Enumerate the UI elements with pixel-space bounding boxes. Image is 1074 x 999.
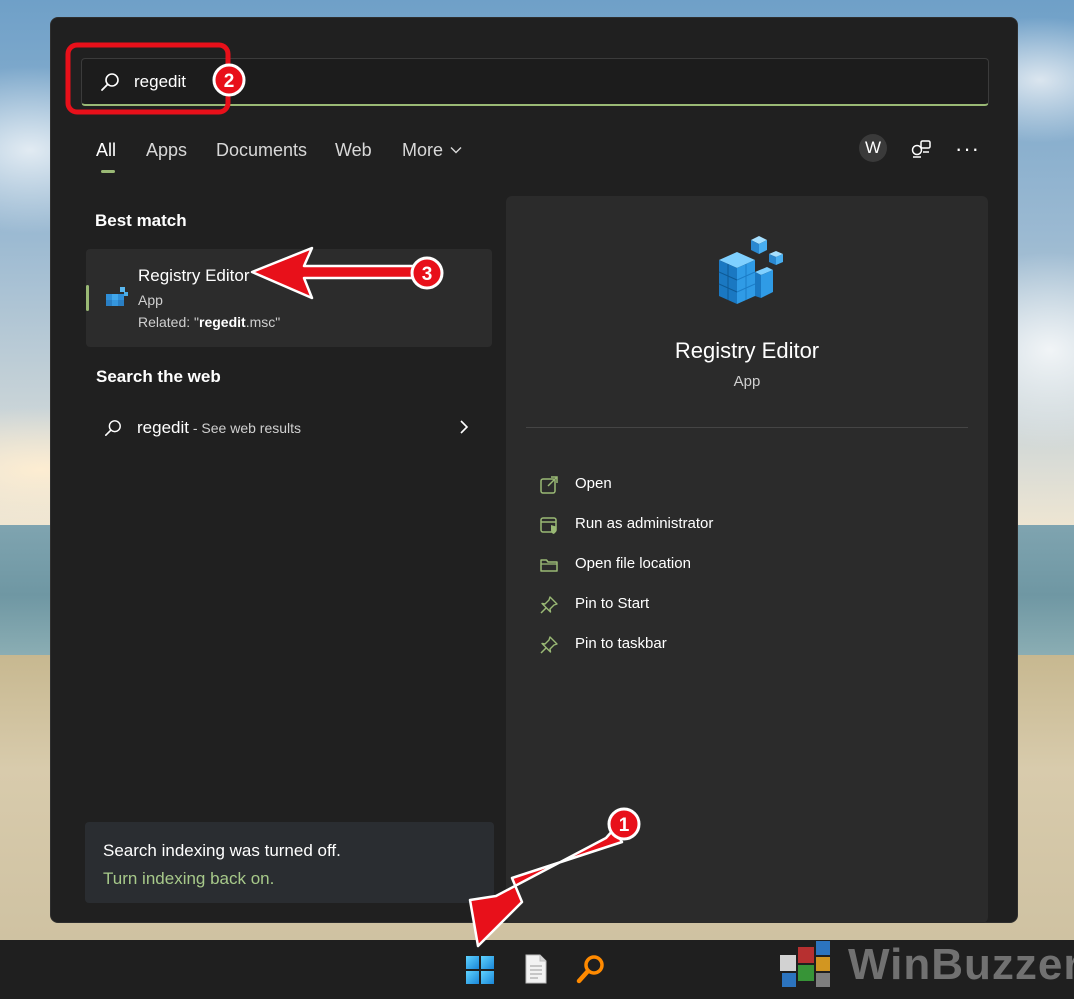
web-result-item[interactable]: regedit - See web results [86, 408, 492, 448]
tab-more-label: More [402, 140, 444, 160]
related-match: regedit [199, 314, 246, 330]
action-open-file-location[interactable]: Open file location [539, 552, 959, 578]
action-pin-to-taskbar[interactable]: Pin to taskbar [539, 632, 959, 658]
open-external-icon [540, 476, 558, 494]
chevron-down-icon [450, 147, 462, 154]
web-result-label: regedit - See web results [137, 418, 301, 438]
search-input[interactable] [134, 69, 634, 95]
winbuzzer-watermark-text: WinBuzzer [848, 940, 1074, 989]
indexing-notice-text: Search indexing was turned off. [103, 841, 341, 860]
search-icon [104, 420, 121, 437]
indexing-notice: Search indexing was turned off. Turn ind… [85, 822, 494, 903]
chevron-right-icon [460, 420, 469, 434]
best-match-title: Registry Editor [138, 266, 250, 285]
web-query-text: regedit [137, 418, 189, 437]
result-preview-pane: Registry Editor App Open Run as administ… [506, 196, 988, 923]
action-open-file-location-label: Open file location [575, 555, 691, 572]
start-search-panel: All Apps Documents Web More W ··· Best m… [50, 17, 1018, 923]
pin-icon [540, 596, 558, 614]
action-run-as-administrator[interactable]: Run as administrator [539, 512, 959, 538]
tab-more[interactable]: More [402, 140, 462, 161]
tab-documents[interactable]: Documents [216, 140, 307, 161]
search-box[interactable] [81, 58, 989, 106]
search-app-icon[interactable] [575, 953, 607, 985]
preview-title: Registry Editor [674, 338, 820, 363]
related-suffix: .msc" [245, 314, 281, 330]
action-open[interactable]: Open [539, 472, 959, 498]
registry-editor-icon [718, 236, 783, 304]
rewards-icon[interactable] [910, 138, 932, 160]
run-as-admin-icon [540, 517, 557, 534]
folder-icon [540, 559, 558, 572]
action-pin-to-taskbar-label: Pin to taskbar [575, 635, 667, 652]
best-match-heading: Best match [95, 211, 187, 230]
related-prefix: Related: " [138, 314, 200, 330]
tab-web[interactable]: Web [335, 140, 372, 161]
best-match-related: Related: "regedit.msc" [138, 314, 280, 330]
preview-divider [526, 427, 968, 428]
action-pin-to-start[interactable]: Pin to Start [539, 592, 959, 618]
windows-start-icon[interactable] [465, 955, 495, 985]
notepad-icon[interactable] [524, 954, 548, 984]
action-run-as-admin-label: Run as administrator [575, 515, 714, 532]
registry-editor-icon [106, 287, 128, 306]
search-icon [101, 73, 119, 91]
turn-indexing-on-link[interactable]: Turn indexing back on. [103, 869, 274, 889]
winbuzzer-watermark: WinBuzzer [770, 932, 1074, 999]
best-match-result[interactable]: Registry Editor App Related: "regedit.ms… [86, 249, 492, 347]
preview-type: App [733, 373, 761, 390]
selection-accent [86, 285, 89, 311]
action-open-label: Open [575, 475, 612, 492]
more-options-icon[interactable]: ··· [955, 136, 980, 162]
account-avatar[interactable]: W [859, 134, 887, 162]
best-match-type: App [138, 292, 163, 308]
action-pin-to-start-label: Pin to Start [575, 595, 650, 612]
tab-all[interactable]: All [96, 140, 116, 161]
pin-icon [540, 636, 558, 654]
active-tab-indicator [101, 170, 115, 173]
winbuzzer-logo-icon [780, 941, 830, 987]
web-query-suffix: - See web results [188, 420, 302, 436]
search-web-heading: Search the web [96, 367, 221, 386]
tab-apps[interactable]: Apps [146, 140, 187, 161]
